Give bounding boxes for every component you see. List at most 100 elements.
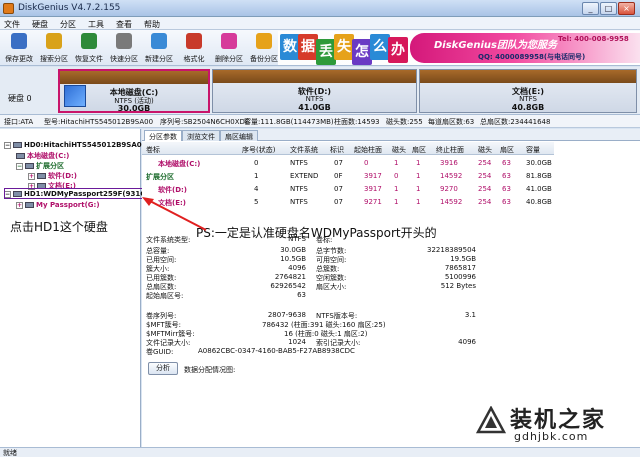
expand-icon[interactable]: + [28,172,35,180]
partition-usage-bar [420,70,636,83]
index-rec-value: 4096 [458,338,476,346]
partition-fs: NTFS [519,95,537,103]
menu-help[interactable]: 帮助 [144,19,160,30]
analyze-button[interactable]: 分析 [148,362,178,375]
table-row[interactable]: 本地磁盘(C:) 0 NTFS 07 0 1 1 3916 254 63 30.0GB [142,156,554,169]
menu-file[interactable]: 文件 [4,19,20,30]
detail-value: 62926542 [270,282,306,290]
tree-item-passport[interactable]: + My Passport(G:) [16,201,100,209]
table-row[interactable]: 软件(D:) 4 NTFS 07 3917 1 1 9270 254 63 41.0GB [142,182,554,195]
total-sectors-info: 总扇区数:234441648 [480,118,551,126]
hd1-highlight-box [4,188,144,199]
tree-passport-label: My Passport(G:) [36,201,100,209]
table-cell-name: 扩展分区 [146,173,174,181]
iface-info: 接口:ATA [4,118,34,126]
table-cell-name: 软件(D:) [158,186,188,194]
col-header: 磁头 [478,146,492,154]
tree-item-d[interactable]: + 软件(D:) [28,171,77,181]
red-arrow-icon [142,197,207,231]
maximize-button[interactable]: □ [600,2,617,15]
table-cell-es: 63 [502,172,511,180]
table-cell-cap: 40.8GB [526,198,552,206]
detail-value: 7865817 [444,264,476,272]
delete-partition-button[interactable]: 删除分区 [212,32,246,64]
banner-tile: 办 [388,37,408,63]
recover-icon [81,33,97,49]
close-button[interactable]: × [618,2,635,15]
table-cell-fs: NTFS [290,198,308,206]
tree-item-extended[interactable]: − 扩展分区 [16,161,64,171]
table-cell-ss: 1 [416,172,421,180]
backup-partition-button[interactable]: 备份分区 [247,32,281,64]
partition-block-d[interactable]: 软件(D:) NTFS 41.0GB [212,69,417,113]
col-header: 标识 [330,146,344,154]
tree-item-hd0[interactable]: − HD0:HitachiHTS545012B9SA0 [4,141,142,149]
col-header: 起始柱面 [354,146,382,154]
quick-partition-button[interactable]: 快速分区 [107,32,141,64]
banner-tile: 么 [370,34,390,60]
tab-sector-edit[interactable]: 扇区编辑 [220,130,258,141]
col-header: 序号(状态) [242,146,276,154]
search-partition-button[interactable]: 搜索分区 [37,32,71,64]
new-partition-label: 新建分区 [145,55,173,63]
quick-partition-icon [116,33,132,49]
fs-type-label: 文件系统类型: [146,236,191,244]
table-cell-id: 07 [334,198,343,206]
table-cell-eh: 254 [478,198,492,206]
detail-value: 512 Bytes [440,282,476,290]
collapse-icon[interactable]: − [4,141,11,149]
new-partition-button[interactable]: 新建分区 [142,32,176,64]
table-cell-sc: 3917 [364,185,382,193]
minimize-button[interactable]: _ [582,2,599,15]
promo-banner[interactable]: 数 据 丢 失 怎 么 办 DiskGenius团队为您服务 Tel: 400-… [278,31,640,65]
collapse-icon[interactable]: − [16,162,23,170]
search-partition-label: 搜索分区 [40,55,68,63]
format-button[interactable]: 格式化 [177,32,211,64]
table-cell-es: 63 [502,185,511,193]
vol-guid-value: A0862CBC-0347-4160-BAB5-F27AB8938CDC [198,347,355,355]
backup-icon [256,33,272,49]
recover-files-button[interactable]: 恢复文件 [72,32,106,64]
col-header: 扇区 [500,146,514,154]
banner-tel: Tel: 400-008-9958 [558,35,629,43]
disk-info-bar: 接口:ATA 型号:HitachiHTS545012B9SA00 序列号:SB2… [0,115,640,128]
disk-tree-panel: − HD0:HitachiHTS545012B9SA0 本地磁盘(C:) − 扩展分… [0,129,146,447]
menu-tools[interactable]: 工具 [88,19,104,30]
banner-tile: 失 [334,34,354,60]
app-icon [3,3,14,14]
detail-value: 30.0GB [280,246,306,254]
tree-item-c[interactable]: 本地磁盘(C:) [16,151,69,161]
col-header: 磁头 [392,146,406,154]
ntfs-ver-value: 3.1 [464,311,476,319]
tab-partition-params[interactable]: 分区参数 [144,130,182,141]
new-partition-icon [151,33,167,49]
detail-value: 19.5GB [450,255,476,263]
capacity-info: 容量:111.8GB(114473MB) [244,118,334,126]
sectors-info: 每道扇区数:63 [428,118,475,126]
menu-disk[interactable]: 硬盘 [32,19,48,30]
partition-block-c[interactable]: 本地磁盘(C:) NTFS (活动) 30.0GB [58,69,210,113]
tab-browse-files[interactable]: 浏览文件 [182,130,220,141]
table-cell-sh: 0 [394,172,399,180]
detail-value: 4096 [288,264,306,272]
detail-label: 扇区大小: [316,283,347,291]
table-cell-eh: 254 [478,172,492,180]
title-bar: DiskGenius V4.7.2.155 _ □ × [0,0,640,17]
expand-icon[interactable]: + [16,201,23,209]
save-changes-button[interactable]: 保存更改 [2,32,36,64]
partition-usage-bar [60,71,208,84]
menu-view[interactable]: 查看 [116,19,132,30]
table-row[interactable]: 扩展分区 1 EXTEND 0F 3917 0 1 14592 254 63 81.8GB [142,169,554,182]
menu-partition[interactable]: 分区 [60,19,76,30]
partition-icon [25,163,34,169]
format-icon [186,33,202,49]
table-cell-idx: 1 [254,172,259,180]
table-cell-ec: 9270 [440,185,458,193]
table-cell-eh: 254 [478,185,492,193]
partition-block-e[interactable]: 文档(E:) NTFS 40.8GB [419,69,637,113]
table-cell-ss: 1 [416,159,421,167]
table-cell-ss: 1 [416,198,421,206]
banner-tile: 数 [280,34,300,60]
save-changes-label: 保存更改 [5,55,33,63]
col-header: 卷标 [146,146,160,154]
